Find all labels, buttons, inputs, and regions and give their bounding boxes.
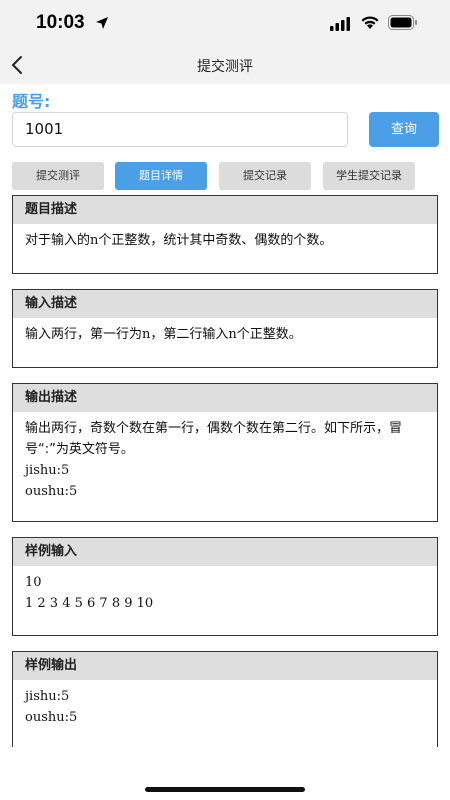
problem-description-section: 题目描述 对于输入的n个正整数，统计其中奇数、偶数的个数。 bbox=[12, 195, 438, 274]
output-description-text: 输出两行，奇数个数在第一行，偶数个数在第二行。如下所示，冒号“:”为英文符号。 bbox=[25, 421, 403, 457]
location-arrow-icon bbox=[96, 17, 108, 29]
section-title: 样例输出 bbox=[13, 652, 437, 680]
section-title: 输出描述 bbox=[13, 384, 437, 412]
cellular-signal-icon bbox=[330, 17, 350, 31]
sample-output-line: jishu:5 bbox=[25, 689, 70, 704]
question-number-input[interactable]: 1001 bbox=[12, 112, 348, 147]
query-button[interactable]: 查询 bbox=[369, 112, 439, 147]
tab-problem-details[interactable]: 题目详情 bbox=[115, 162, 207, 190]
sample-input-line: 10 bbox=[25, 575, 42, 590]
question-number-label: 题号: bbox=[12, 92, 51, 111]
sample-output-line: oushu:5 bbox=[25, 710, 78, 725]
output-example-line: oushu:5 bbox=[25, 484, 78, 499]
input-description-text: 输入两行，第一行为n，第二行输入n个正整数。 bbox=[25, 327, 302, 342]
section-body: jishu:5 oushu:5 bbox=[13, 680, 437, 728]
section-title: 题目描述 bbox=[13, 196, 437, 224]
sample-input-section: 样例输入 10 1 2 3 4 5 6 7 8 9 10 bbox=[12, 537, 438, 636]
input-description-section: 输入描述 输入两行，第一行为n，第二行输入n个正整数。 bbox=[12, 289, 438, 368]
wifi-icon bbox=[361, 16, 379, 29]
status-time: 10:03 bbox=[36, 12, 85, 33]
section-title: 输入描述 bbox=[13, 290, 437, 318]
section-body: 输出两行，奇数个数在第一行，偶数个数在第二行。如下所示，冒号“:”为英文符号。 … bbox=[13, 412, 437, 502]
tab-student-submission-records[interactable]: 学生提交记录 bbox=[323, 162, 415, 190]
home-indicator bbox=[145, 787, 305, 792]
description-text: 对于输入的n个正整数，统计其中奇数、偶数的个数。 bbox=[25, 233, 333, 248]
output-example-line: jishu:5 bbox=[25, 463, 70, 478]
tab-submission-records[interactable]: 提交记录 bbox=[219, 162, 311, 190]
battery-icon bbox=[388, 15, 417, 30]
output-description-section: 输出描述 输出两行，奇数个数在第一行，偶数个数在第二行。如下所示，冒号“:”为英… bbox=[12, 383, 438, 522]
status-bar: 10:03 bbox=[0, 0, 450, 46]
tab-submit-evaluation[interactable]: 提交测评 bbox=[12, 162, 104, 190]
sample-input-line: 1 2 3 4 5 6 7 8 9 10 bbox=[25, 596, 154, 611]
section-body: 输入两行，第一行为n，第二行输入n个正整数。 bbox=[13, 318, 437, 345]
section-body: 10 1 2 3 4 5 6 7 8 9 10 bbox=[13, 566, 437, 614]
page-title: 提交测评 bbox=[197, 59, 253, 75]
sample-output-section: 样例输出 jishu:5 oushu:5 bbox=[12, 651, 438, 747]
nav-bar: 提交测评 bbox=[0, 46, 450, 84]
section-body: 对于输入的n个正整数，统计其中奇数、偶数的个数。 bbox=[13, 224, 437, 251]
section-title: 样例输入 bbox=[13, 538, 437, 566]
